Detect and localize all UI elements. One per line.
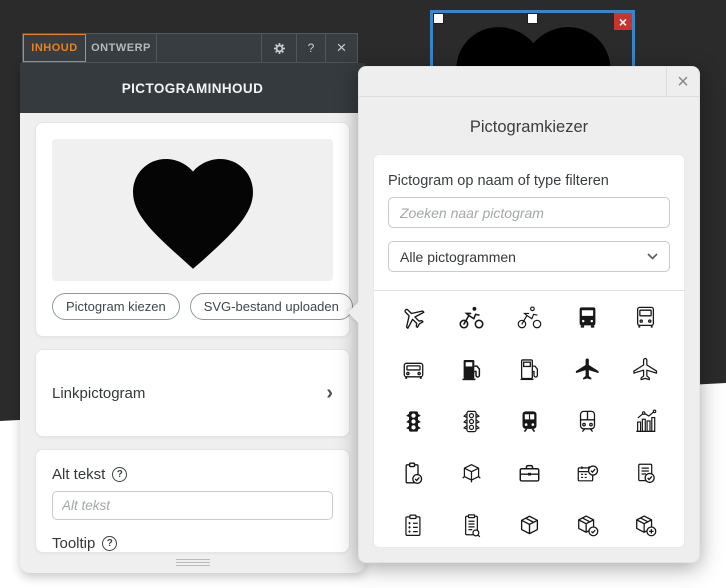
chevron-right-icon: › bbox=[326, 382, 333, 404]
gear-icon bbox=[273, 42, 285, 54]
alt-text-input[interactable] bbox=[52, 491, 333, 520]
tooltip-label: Tooltip bbox=[52, 535, 96, 552]
picker-icon-clipboard-check[interactable] bbox=[384, 447, 442, 499]
picker-icon-fuel-pump-filled[interactable] bbox=[442, 343, 500, 395]
icon-buttons-row: Pictogram kiezen SVG-bestand uploaden bbox=[52, 293, 353, 320]
airplane-outline-icon bbox=[632, 356, 659, 383]
panel-title: PICTOGRAMINHOUD bbox=[20, 63, 365, 113]
traffic-light-filled-icon bbox=[400, 408, 427, 435]
cyclist-icon bbox=[458, 304, 485, 331]
picker-icon-briefcase[interactable] bbox=[500, 447, 558, 499]
tooltip-row: Tooltip ? bbox=[52, 535, 333, 552]
picker-icon-train-front-outline[interactable] bbox=[558, 395, 616, 447]
picker-icon-cube-3d[interactable] bbox=[442, 447, 500, 499]
calendar-check-icon bbox=[574, 460, 601, 487]
fuel-pump-filled-icon bbox=[458, 356, 485, 383]
picker-icon-clipboard-list[interactable] bbox=[384, 499, 442, 548]
link-icon-row[interactable]: Linkpictogram › bbox=[35, 349, 350, 437]
picker-icon-traffic-light-filled[interactable] bbox=[384, 395, 442, 447]
train-front-outline-icon bbox=[574, 408, 601, 435]
cube-3d-icon bbox=[458, 460, 485, 487]
popup-header: × bbox=[359, 67, 699, 97]
package-check-icon bbox=[574, 512, 601, 539]
editor-tabbar: INHOUD ONTWERP ? × bbox=[22, 33, 358, 63]
picker-icon-traffic-light-outline[interactable] bbox=[442, 395, 500, 447]
close-picker-button[interactable]: × bbox=[666, 67, 699, 97]
icon-search-input[interactable] bbox=[388, 197, 670, 228]
traffic-light-outline-icon bbox=[458, 408, 485, 435]
icon-content-card: Pictogram kiezen SVG-bestand uploaden bbox=[35, 122, 353, 337]
picker-icon-document-search[interactable] bbox=[442, 499, 500, 548]
note-check-icon bbox=[632, 460, 659, 487]
bus-front-outline-icon bbox=[632, 304, 659, 331]
tab-inhoud[interactable]: INHOUD bbox=[23, 34, 86, 62]
icon-preview bbox=[52, 139, 333, 281]
tab-ontwerp[interactable]: ONTWERP bbox=[86, 34, 157, 62]
picker-title: Pictogramkiezer bbox=[469, 118, 589, 136]
picker-icon-package-plus[interactable] bbox=[616, 499, 674, 548]
resize-handle-top-center[interactable] bbox=[528, 14, 537, 23]
alt-text-label: Alt tekst bbox=[52, 466, 106, 483]
document-search-icon bbox=[458, 512, 485, 539]
picker-icon-airplane-outline[interactable] bbox=[616, 343, 674, 395]
picker-icon-note-check[interactable] bbox=[616, 447, 674, 499]
content-panel: PICTOGRAMINHOUD Pictogram kiezen SVG-bes… bbox=[20, 63, 365, 573]
airplane-filled-icon bbox=[574, 356, 601, 383]
panel-body: Pictogram kiezen SVG-bestand uploaden Li… bbox=[20, 113, 365, 553]
package-plus-icon bbox=[632, 512, 659, 539]
help-button[interactable]: ? bbox=[297, 34, 326, 62]
picker-icon-van-front-outline[interactable] bbox=[384, 343, 442, 395]
package-box-icon bbox=[516, 512, 543, 539]
delete-element-button[interactable]: × bbox=[614, 13, 632, 30]
briefcase-icon bbox=[516, 460, 543, 487]
upload-svg-button[interactable]: SVG-bestand uploaden bbox=[189, 293, 353, 320]
picker-icon-package-box[interactable] bbox=[500, 499, 558, 548]
choose-icon-button[interactable]: Pictogram kiezen bbox=[52, 293, 180, 320]
category-select[interactable]: Alle pictogrammen bbox=[388, 241, 670, 272]
train-front-filled-icon bbox=[516, 408, 543, 435]
picker-icon-cyclist-outline[interactable] bbox=[500, 291, 558, 343]
link-icon-label: Linkpictogram bbox=[52, 384, 146, 402]
editor-stage: × INHOUD ONTWERP ? × PICTOGRAMINHOUD Pic… bbox=[0, 0, 726, 588]
van-front-outline-icon bbox=[400, 356, 427, 383]
picker-card: Pictogram op naam of type filteren Alle … bbox=[373, 154, 685, 548]
category-select-value: Alle pictogrammen bbox=[400, 248, 516, 265]
fuel-pump-outline-icon bbox=[516, 356, 543, 383]
picker-icon-bus-front-outline[interactable] bbox=[616, 291, 674, 343]
picker-icon-calendar-check[interactable] bbox=[558, 447, 616, 499]
picker-icon-cyclist[interactable] bbox=[442, 291, 500, 343]
tooltip-help-icon[interactable]: ? bbox=[102, 536, 118, 551]
resize-handle-top-left[interactable] bbox=[434, 14, 443, 23]
picker-icon-fuel-pump-outline[interactable] bbox=[500, 343, 558, 395]
icon-picker-dialog: × Pictogramkiezer Pictogram op naam of t… bbox=[347, 66, 700, 563]
filter-label: Pictogram op naam of type filteren bbox=[388, 173, 609, 189]
clipboard-list-icon bbox=[400, 512, 427, 539]
heart-icon bbox=[132, 159, 253, 269]
alt-text-row: Alt tekst ? bbox=[52, 466, 333, 483]
selected-canvas-element[interactable]: × bbox=[430, 10, 635, 72]
alt-tooltip-card: Alt tekst ? Tooltip ? bbox=[35, 449, 350, 553]
cyclist-outline-icon bbox=[516, 304, 543, 331]
picker-icon-bus-front-filled[interactable] bbox=[558, 291, 616, 343]
clipboard-check-icon bbox=[400, 460, 427, 487]
picker-icon-bar-line-chart[interactable] bbox=[616, 395, 674, 447]
chevron-down-icon bbox=[647, 253, 658, 260]
picker-icon-package-check[interactable] bbox=[558, 499, 616, 548]
picker-icon-airplane-tilted-outline[interactable] bbox=[384, 291, 442, 343]
panel-resize-handle[interactable] bbox=[174, 557, 212, 568]
close-editor-button[interactable]: × bbox=[326, 34, 357, 62]
picker-icon-train-front-filled[interactable] bbox=[500, 395, 558, 447]
bar-line-chart-icon bbox=[632, 408, 659, 435]
picker-icon-airplane-filled[interactable] bbox=[558, 343, 616, 395]
icon-grid bbox=[374, 290, 684, 548]
settings-button[interactable] bbox=[262, 34, 297, 62]
bus-front-filled-icon bbox=[574, 304, 601, 331]
alt-help-icon[interactable]: ? bbox=[112, 467, 128, 482]
airplane-tilted-outline-icon bbox=[400, 304, 427, 331]
tabbar-spacer bbox=[157, 34, 262, 62]
